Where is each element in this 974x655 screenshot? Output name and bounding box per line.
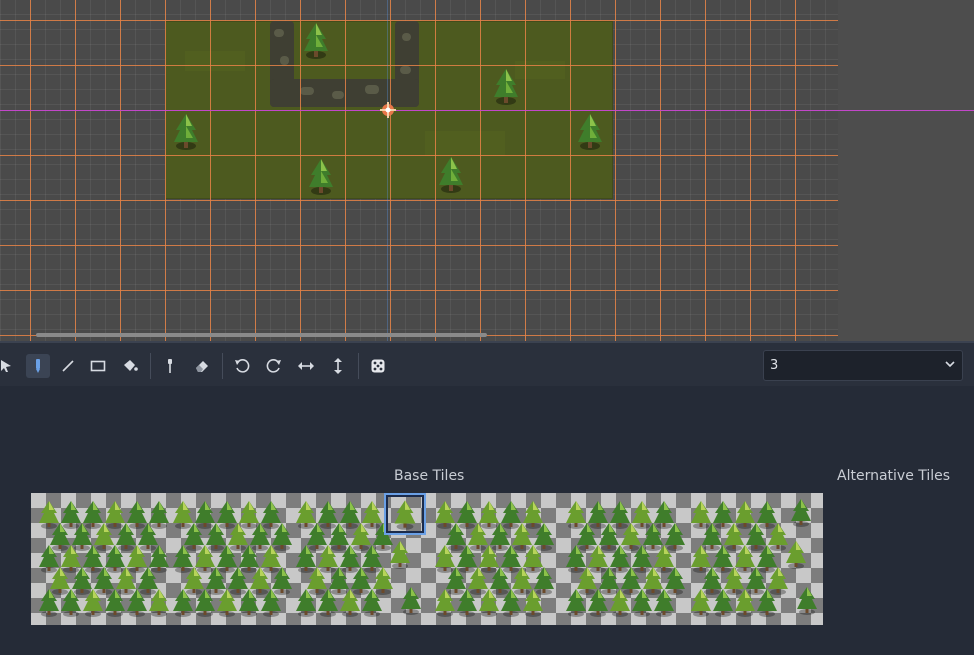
- atlas-tree: [479, 501, 499, 529]
- atlas-tree: [713, 501, 733, 529]
- atlas-tree: [797, 587, 817, 615]
- atlas-tree: [588, 501, 608, 529]
- rotate-right-icon: [266, 359, 281, 373]
- atlas-tree: [757, 501, 777, 529]
- eraser-icon: [196, 361, 208, 372]
- atlas-tree: [566, 501, 586, 529]
- pencil-icon: [36, 359, 40, 373]
- selected-tile-highlight[interactable]: [384, 493, 426, 535]
- tree-tile: [578, 114, 602, 150]
- chevron-down-icon: [945, 361, 955, 368]
- atlas-tree: [195, 501, 215, 529]
- atlas-tree: [501, 501, 521, 529]
- tree-tile: [174, 114, 198, 150]
- base-tiles-label: Base Tiles: [394, 468, 465, 484]
- atlas-tree: [786, 541, 806, 569]
- atlas-tree: [83, 501, 103, 529]
- atlas-tree: [654, 501, 674, 529]
- atlas-tree: [691, 501, 711, 529]
- tree-tile: [439, 157, 463, 193]
- atlas-tree: [217, 501, 237, 529]
- flip-vertical-button[interactable]: [326, 354, 350, 378]
- tree-tile: [304, 23, 328, 59]
- atlas-tree: [610, 501, 630, 529]
- tileset-panel: Base Tiles Alternative Tiles: [0, 386, 974, 655]
- layer-select-value: 3: [770, 358, 779, 373]
- atlas-tree: [435, 501, 455, 529]
- rotate-left-icon: [235, 359, 250, 373]
- rect-tool-button[interactable]: [86, 354, 110, 378]
- atlas-tree: [362, 501, 382, 529]
- atlas-tree: [735, 501, 755, 529]
- rotate-left-button[interactable]: [230, 354, 254, 378]
- player-origin-icon: [380, 102, 396, 118]
- tileset-atlas[interactable]: [31, 493, 823, 625]
- atlas-tree: [296, 501, 316, 529]
- atlas-tree: [105, 501, 125, 529]
- atlas-tree: [173, 501, 193, 529]
- tile-grid-overlay: [0, 0, 838, 341]
- rectangle-icon: [90, 360, 106, 372]
- paint-tool-button[interactable]: [26, 354, 50, 378]
- flip-horizontal-icon: [298, 362, 314, 370]
- atlas-tree: [149, 501, 169, 529]
- atlas-tree: [632, 501, 652, 529]
- rotate-right-button[interactable]: [262, 354, 286, 378]
- horizontal-scrollbar[interactable]: [36, 333, 487, 337]
- flip-horizontal-button[interactable]: [294, 354, 318, 378]
- atlas-tree: [401, 587, 421, 615]
- atlas-tree: [61, 501, 81, 529]
- atlas-tree: [127, 501, 147, 529]
- tileset-atlas-image: [39, 499, 817, 617]
- layer-select[interactable]: 3: [763, 350, 963, 381]
- atlas-tree: [340, 501, 360, 529]
- select-arrow-icon: [1, 360, 11, 372]
- atlas-tree: [523, 501, 543, 529]
- atlas-tree: [457, 501, 477, 529]
- select-tool-button[interactable]: [0, 354, 18, 378]
- atlas-tree: [39, 501, 59, 529]
- bucket-icon: [124, 360, 138, 371]
- atlas-tree: [239, 501, 259, 529]
- alternative-tiles-label: Alternative Tiles: [837, 468, 951, 484]
- random-tile-button[interactable]: [366, 354, 390, 378]
- tree-tile: [309, 159, 333, 195]
- bucket-tool-button[interactable]: [118, 354, 142, 378]
- eraser-tool-button[interactable]: [190, 354, 214, 378]
- line-icon: [62, 360, 74, 372]
- tilemap-viewport[interactable]: [0, 0, 974, 341]
- picker-tool-button[interactable]: [158, 354, 182, 378]
- y-axis-line: [387, 0, 388, 341]
- flip-vertical-icon: [334, 358, 342, 374]
- tree-tile: [494, 69, 518, 105]
- atlas-tree: [318, 501, 338, 529]
- line-tool-button[interactable]: [56, 354, 80, 378]
- x-axis-line: [0, 110, 974, 111]
- atlas-tree: [390, 541, 410, 569]
- atlas-tree: [791, 499, 811, 527]
- dice-icon: [371, 359, 385, 373]
- atlas-tree: [261, 501, 281, 529]
- eyedropper-icon: [168, 359, 172, 373]
